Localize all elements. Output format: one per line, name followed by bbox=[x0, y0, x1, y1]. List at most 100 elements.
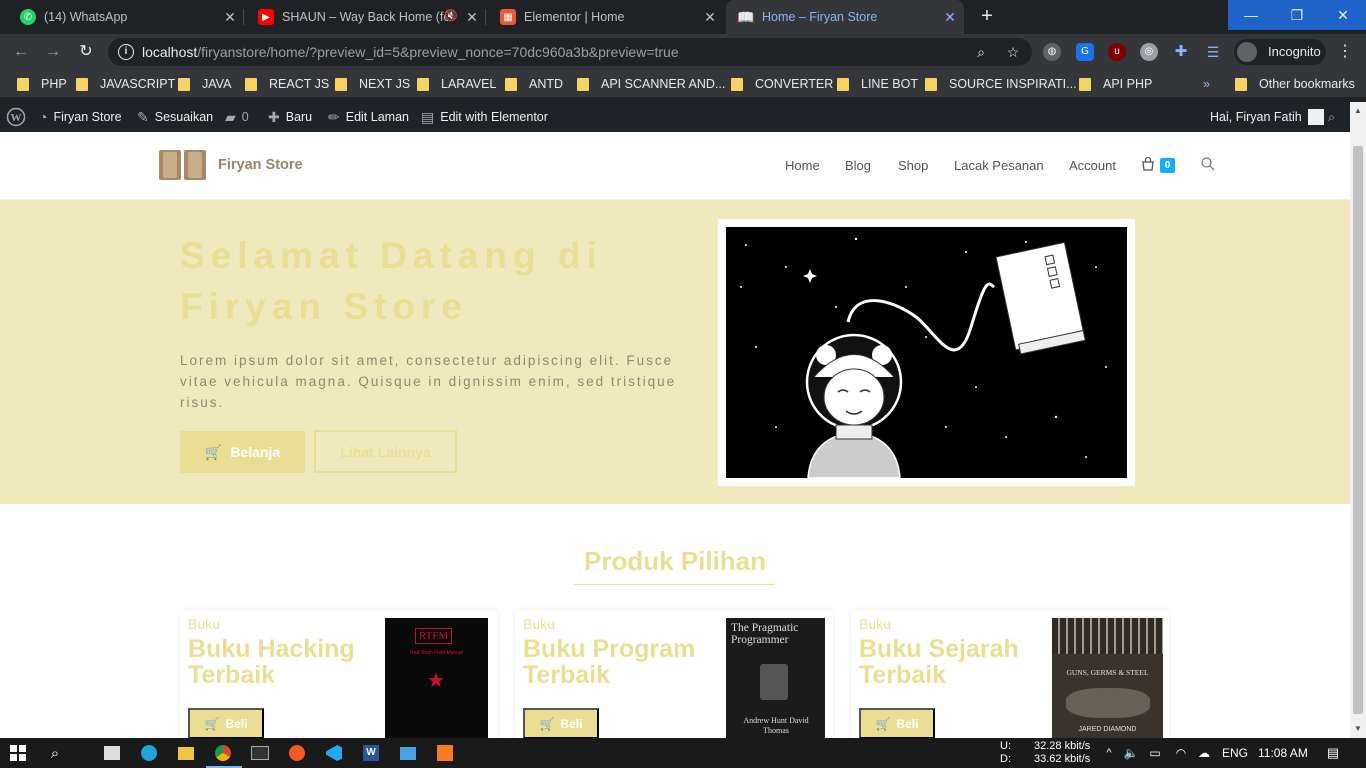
terminal-icon[interactable] bbox=[249, 742, 271, 764]
minimize-button[interactable]: — bbox=[1228, 0, 1274, 30]
bookmark-laravel[interactable]: LARAVEL bbox=[417, 76, 496, 92]
bookmark-converter[interactable]: CONVERTER bbox=[731, 76, 833, 92]
product-card[interactable]: Buku Buku Program Terbaik 🛒 Beli The Prag… bbox=[515, 610, 833, 738]
buy-button[interactable]: 🛒 Beli bbox=[188, 708, 264, 738]
scrollbar-thumb[interactable] bbox=[1353, 146, 1363, 714]
extension-globe-icon[interactable]: ◍ bbox=[1043, 43, 1061, 61]
buy-button[interactable]: 🛒 Beli bbox=[523, 708, 599, 738]
bookmark-php[interactable]: PHP bbox=[17, 76, 67, 92]
wp-customize[interactable]: ✎ Sesuaikan bbox=[137, 109, 213, 125]
site-logo[interactable]: Firyan Store bbox=[157, 148, 303, 182]
vscode-icon[interactable] bbox=[323, 742, 345, 764]
bookmark-next-js[interactable]: NEXT JS bbox=[335, 76, 410, 92]
cart-icon[interactable] bbox=[1141, 157, 1155, 171]
windows-start-icon[interactable] bbox=[7, 742, 29, 764]
page-scrollbar[interactable]: ▲ ▼ bbox=[1350, 102, 1366, 738]
postman-icon[interactable] bbox=[286, 742, 308, 764]
bookmark-source-inspiration[interactable]: SOURCE INSPIRATI... bbox=[925, 76, 1077, 92]
menu-home[interactable]: Home bbox=[785, 158, 820, 173]
search-icon[interactable] bbox=[1201, 157, 1215, 171]
wp-edit-elementor[interactable]: ▤ Edit with Elementor bbox=[421, 109, 548, 125]
word-icon[interactable]: W bbox=[360, 742, 382, 764]
site-info-icon[interactable]: i bbox=[118, 44, 134, 60]
bookmark-api-scanner[interactable]: API SCANNER AND... bbox=[577, 76, 725, 92]
bookmark-other[interactable]: Other bookmarks bbox=[1235, 76, 1355, 92]
more-bookmarks-chevron-icon[interactable]: » bbox=[1203, 76, 1210, 92]
wp-new[interactable]: ✚ Baru bbox=[268, 109, 312, 125]
chevron-up-icon[interactable]: ^ bbox=[1098, 742, 1120, 764]
tab-elementor[interactable]: ▦ Elementor | Home ✕ bbox=[488, 0, 724, 34]
xampp-icon[interactable] bbox=[434, 742, 456, 764]
google-translate-icon[interactable]: G bbox=[1076, 43, 1094, 61]
speaker-muted-icon[interactable]: 🔇 bbox=[444, 9, 458, 22]
bookmark-java[interactable]: JAVA bbox=[178, 76, 231, 92]
product-image[interactable]: GUNS, GERMS & STEEL JARED DIAMOND bbox=[1052, 618, 1163, 738]
reading-list-icon[interactable]: ☰ bbox=[1204, 43, 1222, 61]
incognito-profile-button[interactable]: Incognito bbox=[1234, 39, 1326, 65]
wp-edit-page[interactable]: ✏ Edit Laman bbox=[328, 109, 409, 125]
bookmark-api-php[interactable]: API PHP bbox=[1079, 76, 1152, 92]
wp-search-icon[interactable]: ⌕ bbox=[1328, 109, 1335, 125]
search-icon[interactable]: ⌕ bbox=[44, 742, 66, 764]
close-window-button[interactable]: ✕ bbox=[1320, 0, 1366, 30]
scroll-up-icon[interactable]: ▲ bbox=[1354, 107, 1362, 115]
clock[interactable]: 11:08 AM bbox=[1258, 746, 1308, 760]
product-image[interactable]: RTFM Red Team Field Manual ★ bbox=[385, 618, 488, 738]
close-tab-icon[interactable]: ✕ bbox=[942, 9, 958, 25]
tab-firyan-store[interactable]: 📖 Home – Firyan Store ✕ bbox=[726, 0, 964, 34]
menu-blog[interactable]: Blog bbox=[845, 158, 871, 173]
file-explorer-icon[interactable] bbox=[175, 742, 197, 764]
extension-web-icon[interactable]: ◎ bbox=[1140, 43, 1158, 61]
wp-account-menu[interactable]: Hai, Firyan Fatih bbox=[1210, 109, 1324, 125]
chrome-menu-icon[interactable]: ⋮ bbox=[1334, 41, 1356, 63]
bookmark-antd[interactable]: ANTD bbox=[505, 76, 563, 92]
edge-icon[interactable] bbox=[138, 742, 160, 764]
url-text[interactable]: localhost/firyanstore/home/?preview_id=5… bbox=[142, 44, 679, 60]
product-card[interactable]: Buku Buku Hacking Terbaik 🛒 Beli RTFM Red… bbox=[180, 610, 498, 738]
notification-icon[interactable]: ▤ bbox=[1322, 742, 1344, 764]
store-icon[interactable] bbox=[101, 742, 123, 764]
product-card[interactable]: Buku Buku Sejarah Terbaik 🛒 Beli GUNS, GE… bbox=[851, 610, 1169, 738]
belanja-button[interactable]: 🛒 Belanja bbox=[180, 431, 305, 473]
product-name[interactable]: Buku Program Terbaik bbox=[523, 636, 723, 688]
bookmark-javascript[interactable]: JAVASCRIPT bbox=[76, 76, 175, 92]
restore-button[interactable]: ❐ bbox=[1274, 0, 1320, 30]
close-tab-icon[interactable]: ✕ bbox=[222, 9, 238, 25]
extensions-puzzle-icon[interactable]: ✚ bbox=[1172, 43, 1190, 61]
product-category[interactable]: Buku bbox=[188, 616, 220, 632]
product-image[interactable]: The Pragmatic Programmer Andrew Hunt Dav… bbox=[726, 618, 825, 738]
buy-button[interactable]: 🛒 Beli bbox=[859, 708, 935, 738]
language-indicator[interactable]: ENG bbox=[1222, 746, 1248, 760]
remote-desktop-icon[interactable] bbox=[397, 742, 419, 764]
bookmark-react-js[interactable]: REACT JS bbox=[245, 76, 329, 92]
battery-icon[interactable]: ▭ bbox=[1144, 742, 1166, 764]
ublock-icon[interactable]: u bbox=[1108, 43, 1126, 61]
menu-account[interactable]: Account bbox=[1069, 158, 1116, 173]
back-button[interactable]: ← bbox=[10, 41, 32, 63]
product-category[interactable]: Buku bbox=[859, 616, 891, 632]
lihat-lainnya-button[interactable]: Lihat Lainnya bbox=[314, 430, 457, 473]
scroll-down-icon[interactable]: ▼ bbox=[1354, 725, 1362, 733]
product-name[interactable]: Buku Hacking Terbaik bbox=[188, 636, 388, 688]
wifi-icon[interactable]: ◠ bbox=[1170, 742, 1192, 764]
forward-button[interactable]: → bbox=[42, 41, 64, 63]
chrome-icon[interactable] bbox=[212, 742, 234, 764]
onedrive-icon[interactable]: ☁ bbox=[1193, 742, 1215, 764]
wordpress-logo-icon[interactable]: W bbox=[6, 107, 26, 127]
menu-shop[interactable]: Shop bbox=[898, 158, 928, 173]
bookmark-star-icon[interactable]: ☆ bbox=[1004, 43, 1022, 61]
bookmark-line-bot[interactable]: LINE BOT bbox=[837, 76, 918, 92]
tab-youtube[interactable]: ▶ SHAUN – Way Back Home (fe 🔇 ✕ bbox=[246, 0, 486, 34]
volume-icon[interactable]: 🔈 bbox=[1120, 742, 1142, 764]
reload-button[interactable]: ↻ bbox=[75, 41, 97, 63]
close-tab-icon[interactable]: ✕ bbox=[702, 9, 718, 25]
product-category[interactable]: Buku bbox=[523, 616, 555, 632]
wp-comments[interactable]: ▰ 0 bbox=[225, 109, 249, 125]
product-name[interactable]: Buku Sejarah Terbaik bbox=[859, 636, 1059, 688]
wp-site-name[interactable]: ◔ Firyan Store bbox=[39, 109, 122, 125]
address-bar[interactable]: i localhost/firyanstore/home/?preview_id… bbox=[108, 38, 1032, 66]
close-tab-icon[interactable]: ✕ bbox=[464, 9, 480, 25]
zoom-search-icon[interactable]: ⌕ bbox=[972, 43, 990, 61]
new-tab-button[interactable]: + bbox=[976, 5, 998, 27]
menu-lacak-pesanan[interactable]: Lacak Pesanan bbox=[954, 158, 1044, 173]
